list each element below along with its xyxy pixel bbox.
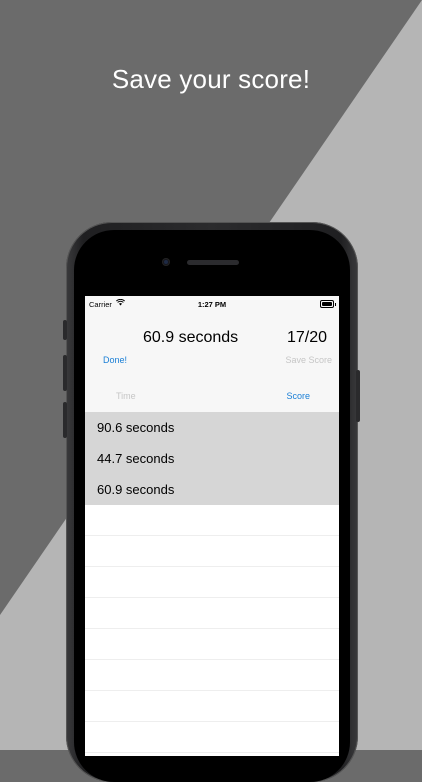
save-score-button[interactable]: Save Score [285,355,332,365]
tab-score[interactable]: Score [286,391,310,401]
camera-icon [162,258,170,266]
score-header: 60.9 seconds 17/20 Done! Save Score Time… [85,312,339,412]
speaker-grille [187,260,239,265]
status-time: 1:27 PM [197,300,227,309]
empty-row [85,660,339,691]
headline: Save your score! [111,64,311,94]
phone-power-button [356,370,360,422]
current-score-value: 17/20 [286,329,327,346]
empty-row [85,691,339,722]
list-item-label: 44.7 seconds [97,451,175,466]
phone-mute-switch [63,320,67,340]
tab-time[interactable]: Time [116,391,136,401]
phone-volume-up [63,355,67,391]
app-screen: Carrier 1:27 PM 60.9 seconds 17/20 Done!… [85,296,339,756]
status-bar: Carrier 1:27 PM [85,296,339,312]
list-item-label: 60.9 seconds [97,482,175,497]
empty-row [85,629,339,660]
empty-row [85,598,339,629]
list-item[interactable]: 44.7 seconds [85,443,339,474]
done-button[interactable]: Done! [103,355,127,365]
empty-row [85,722,339,753]
list-item[interactable]: 60.9 seconds [85,474,339,505]
phone-volume-down [63,402,67,438]
empty-row [85,536,339,567]
current-time-value: 60.9 seconds [143,329,239,346]
score-list: 90.6 seconds 44.7 seconds 60.9 seconds [85,412,339,753]
empty-row [85,505,339,536]
list-item-label: 90.6 seconds [97,420,175,435]
empty-row [85,567,339,598]
list-item[interactable]: 90.6 seconds [85,412,339,443]
battery-icon [320,300,336,308]
